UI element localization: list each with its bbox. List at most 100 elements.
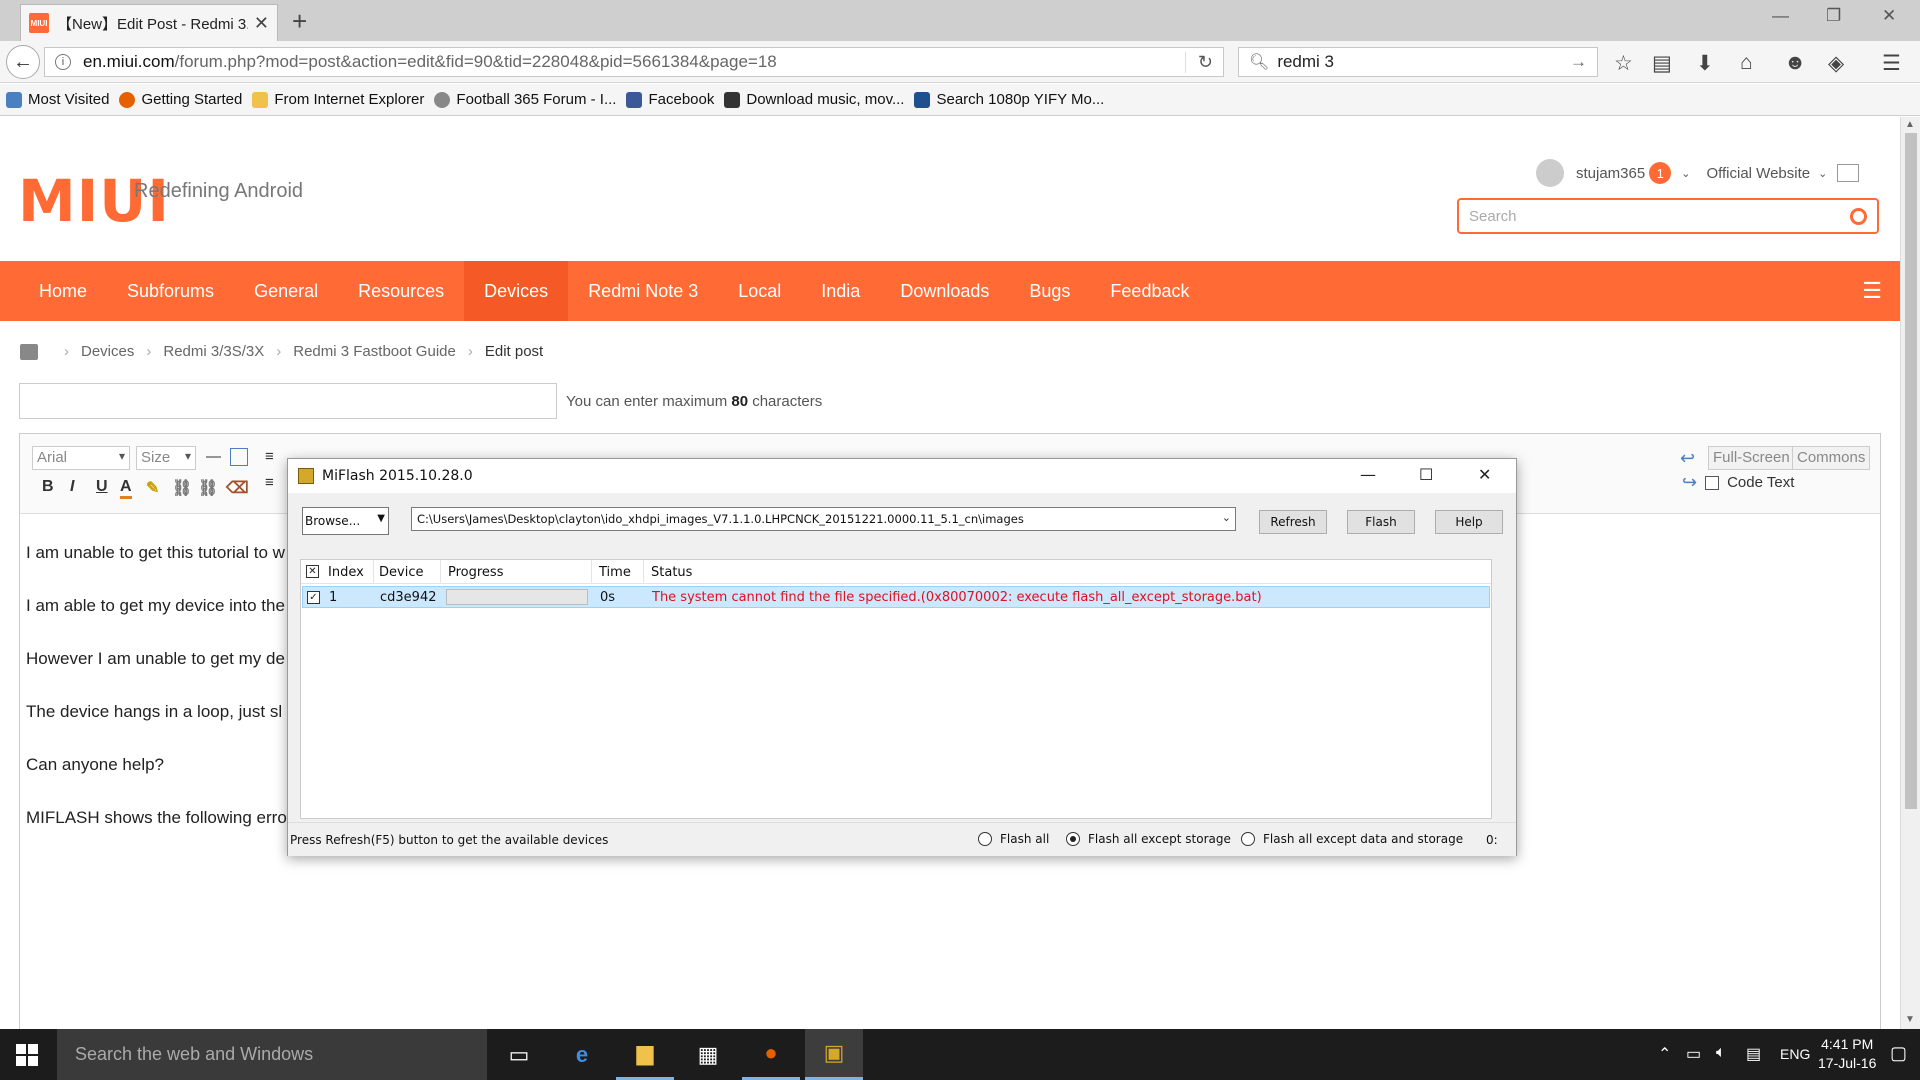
scroll-down-icon[interactable]: ▼ xyxy=(1905,1014,1915,1025)
expand-icon[interactable] xyxy=(1837,164,1860,182)
miflash-titlebar[interactable]: MiFlash 2015.10.28.0 xyxy=(288,459,1516,493)
search-icon[interactable] xyxy=(1850,207,1867,225)
bookmark-yify[interactable]: Search 1080p YIFY Mo... xyxy=(914,91,1104,108)
bookmark-facebook[interactable]: Facebook xyxy=(626,91,714,108)
bookmark-football365[interactable]: Football 365 Forum - I... xyxy=(434,91,616,108)
miflash-minimize-button[interactable]: — xyxy=(1360,465,1376,484)
radio-button[interactable] xyxy=(1241,832,1255,846)
miflash-close-button[interactable]: ✕ xyxy=(1478,465,1491,484)
miflash-taskbar-icon[interactable]: ▣ xyxy=(805,1029,863,1080)
undo-arrow-icon[interactable]: ↩ xyxy=(1680,448,1695,469)
horizontal-rule-icon[interactable]: — xyxy=(206,448,221,465)
browser-search-value[interactable]: redmi 3 xyxy=(1277,52,1334,72)
list-icon[interactable]: ≡ xyxy=(265,474,274,491)
clear-format-icon[interactable]: ⌫ xyxy=(226,478,249,498)
code-text-checkbox[interactable] xyxy=(1705,475,1720,490)
firefox-icon[interactable]: ● xyxy=(742,1029,800,1080)
redo-arrow-icon[interactable]: ↪ xyxy=(1682,472,1697,493)
nav-devices[interactable]: Devices xyxy=(464,261,569,321)
nav-general[interactable]: General xyxy=(234,261,338,321)
avatar[interactable] xyxy=(1536,159,1564,187)
italic-button[interactable]: I xyxy=(70,478,74,496)
nav-local[interactable]: Local xyxy=(718,261,801,321)
back-button[interactable]: ← xyxy=(6,45,40,79)
browser-tab[interactable]: MIUI 【New】Edit Post - Redmi 3... ✕ xyxy=(20,4,278,41)
nav-feedback[interactable]: Feedback xyxy=(1090,261,1209,321)
home-icon[interactable]: ⌂ xyxy=(1740,51,1753,75)
action-center-icon[interactable]: ▤ xyxy=(1746,1044,1761,1064)
font-select[interactable]: Arial ▾ xyxy=(32,446,130,470)
network-icon[interactable]: ▭ xyxy=(1686,1044,1701,1064)
help-button[interactable]: Help xyxy=(1435,510,1503,534)
username[interactable]: stujam365 xyxy=(1576,165,1645,182)
underline-button[interactable]: U xyxy=(96,478,108,496)
radio-flash-all[interactable]: Flash all xyxy=(978,832,1049,846)
radio-button[interactable] xyxy=(978,832,992,846)
pocket-icon[interactable]: ◈ xyxy=(1828,51,1844,76)
highlight-icon[interactable]: ✎ xyxy=(146,478,159,498)
site-search-input[interactable]: Search xyxy=(1457,198,1879,234)
subject-input[interactable] xyxy=(19,383,557,419)
tab-close-icon[interactable]: ✕ xyxy=(254,13,269,34)
unlink-icon[interactable]: ⛓ xyxy=(198,478,218,498)
notification-badge[interactable]: 1 xyxy=(1649,162,1672,184)
official-website-link[interactable]: Official Website xyxy=(1706,165,1810,182)
size-select[interactable]: Size ▾ xyxy=(136,446,196,470)
windows-start-icon[interactable] xyxy=(16,1044,38,1066)
minimize-button[interactable]: — xyxy=(1772,6,1789,26)
chevron-down-icon[interactable]: ⌄ xyxy=(1681,167,1690,180)
nav-redmi-note-3[interactable]: Redmi Note 3 xyxy=(568,261,718,321)
cortana-search-input[interactable]: Search the web and Windows xyxy=(57,1029,487,1080)
breadcrumb-redmi3[interactable]: Redmi 3/3S/3X xyxy=(163,343,264,360)
column-device[interactable]: Device xyxy=(379,565,423,580)
info-icon[interactable]: i xyxy=(55,54,71,70)
browser-search-input[interactable]: 🔍︎ redmi 3 → xyxy=(1238,47,1598,77)
chat-icon[interactable]: ☻ xyxy=(1784,51,1806,75)
flash-button[interactable]: Flash xyxy=(1347,510,1415,534)
url-bar[interactable]: i en.miui.com/forum.php?mod=post&action=… xyxy=(44,47,1224,77)
fullscreen-button[interactable]: Full-Screen xyxy=(1708,446,1795,470)
bookmark-getting-started[interactable]: Getting Started xyxy=(119,91,242,108)
radio-button-selected[interactable] xyxy=(1066,832,1080,846)
device-row-checkbox[interactable]: ✓ xyxy=(307,591,320,604)
column-progress[interactable]: Progress xyxy=(448,565,503,580)
nav-bugs[interactable]: Bugs xyxy=(1009,261,1090,321)
bold-button[interactable]: B xyxy=(42,478,54,496)
column-time[interactable]: Time xyxy=(599,565,631,580)
refresh-button[interactable]: Refresh xyxy=(1259,510,1327,534)
reload-icon[interactable]: ↻ xyxy=(1184,51,1213,73)
breadcrumb-devices[interactable]: Devices xyxy=(81,343,134,360)
miflash-maximize-button[interactable]: ☐ xyxy=(1419,465,1433,484)
nav-resources[interactable]: Resources xyxy=(338,261,464,321)
bookmarks-library-icon[interactable]: ▤ xyxy=(1652,51,1672,76)
list-menu-icon[interactable]: ☰ xyxy=(1862,278,1882,304)
nav-downloads[interactable]: Downloads xyxy=(880,261,1009,321)
table-icon[interactable] xyxy=(230,448,248,466)
window-close-button[interactable]: ✕ xyxy=(1882,6,1896,26)
chevron-up-icon[interactable]: ⌃ xyxy=(1658,1044,1671,1064)
task-view-icon[interactable]: ▭ xyxy=(490,1029,548,1080)
browse-dropdown[interactable]: Browse... ▼ xyxy=(302,507,389,535)
radio-flash-except-data-storage[interactable]: Flash all except data and storage xyxy=(1241,832,1463,846)
system-clock[interactable]: 4:41 PM 17-Jul-16 xyxy=(1818,1035,1876,1073)
file-explorer-icon[interactable]: ▆ xyxy=(616,1029,674,1080)
new-tab-button[interactable]: + xyxy=(292,6,307,37)
page-scrollbar[interactable]: ▲ ▼ xyxy=(1900,117,1920,1029)
downloads-icon[interactable]: ⬇ xyxy=(1696,51,1714,76)
nav-home[interactable]: Home xyxy=(19,261,107,321)
link-icon[interactable]: ⛓ xyxy=(172,478,192,498)
breadcrumb-thread[interactable]: Redmi 3 Fastboot Guide xyxy=(293,343,456,360)
font-color-button[interactable]: A xyxy=(120,478,132,499)
notifications-icon[interactable]: ▢ xyxy=(1890,1043,1907,1064)
align-icon[interactable]: ≡ xyxy=(265,448,274,465)
chevron-down-icon[interactable]: ⌄ xyxy=(1222,511,1231,524)
column-index[interactable]: Index xyxy=(328,565,364,580)
column-status[interactable]: Status xyxy=(651,565,692,580)
url-text[interactable]: en.miui.com/forum.php?mod=post&action=ed… xyxy=(83,52,1185,72)
code-text-toggle[interactable]: ↪ Code Text xyxy=(1682,472,1794,493)
edge-icon[interactable]: e xyxy=(553,1029,611,1080)
chevron-down-icon[interactable]: ⌄ xyxy=(1818,167,1827,180)
search-go-icon[interactable]: → xyxy=(1570,52,1587,72)
volume-icon[interactable]: 🔈︎ xyxy=(1716,1044,1726,1062)
home-icon[interactable] xyxy=(20,343,38,360)
